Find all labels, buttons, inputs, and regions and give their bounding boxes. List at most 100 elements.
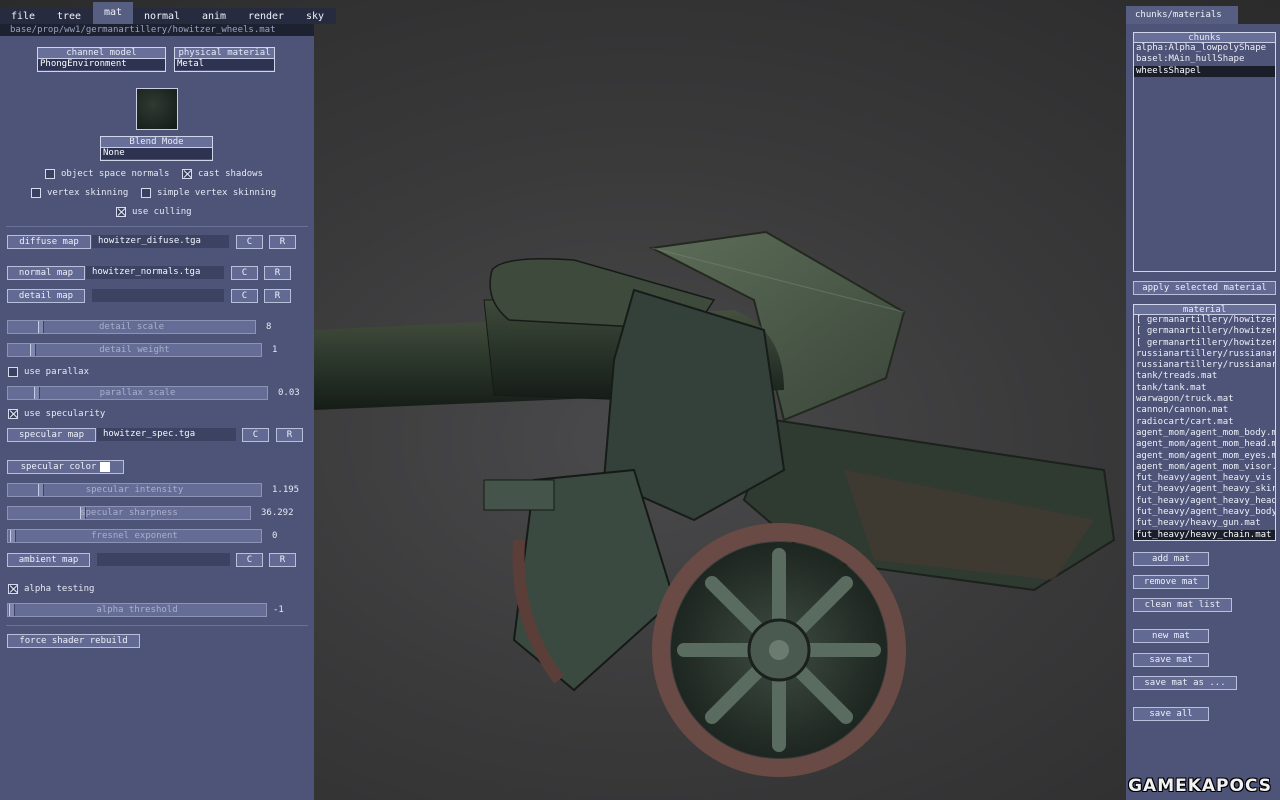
- list-item[interactable]: [ germanartillery/howitzer: [1134, 315, 1275, 326]
- object-space-normals-row[interactable]: object space normals: [45, 168, 169, 180]
- texture-preview-thumbnail[interactable]: [136, 88, 178, 130]
- menu-normal[interactable]: normal: [134, 8, 190, 24]
- list-item[interactable]: basel:MAin_hullShape: [1134, 54, 1275, 65]
- menu-sky[interactable]: sky: [294, 8, 336, 24]
- menu-anim[interactable]: anim: [190, 8, 238, 24]
- use-specularity-row[interactable]: use specularity: [8, 408, 105, 420]
- alpha-threshold-slider[interactable]: alpha threshold: [7, 603, 267, 617]
- simple-vertex-skinning-checkbox[interactable]: [141, 188, 151, 198]
- specular-reload-button[interactable]: R: [276, 428, 303, 442]
- specular-sharpness-value: 36.292: [261, 508, 294, 518]
- specular-color-button[interactable]: specular color: [7, 460, 124, 474]
- list-item[interactable]: [ germanartillery/howitzer: [1134, 338, 1275, 349]
- list-item[interactable]: russianartillery/russianar: [1134, 360, 1275, 371]
- list-item[interactable]: fut_heavy/agent_heavy_vis: [1134, 473, 1275, 484]
- alpha-testing-row[interactable]: alpha testing: [8, 583, 94, 595]
- menu-tree[interactable]: tree: [46, 8, 92, 24]
- list-item[interactable]: fut_heavy/heavy_gun.mat: [1134, 518, 1275, 529]
- ambient-map-button[interactable]: ambient map: [7, 553, 90, 567]
- divider: [6, 226, 308, 227]
- use-specularity-checkbox[interactable]: [8, 409, 18, 419]
- diffuse-clear-button[interactable]: C: [236, 235, 263, 249]
- ambient-reload-button[interactable]: R: [269, 553, 296, 567]
- save-mat-button[interactable]: save mat: [1133, 653, 1209, 667]
- save-all-button[interactable]: save all: [1133, 707, 1209, 721]
- diffuse-map-file[interactable]: howitzer_difuse.tga: [92, 235, 229, 248]
- detail-reload-button[interactable]: R: [264, 289, 291, 303]
- list-item[interactable]: fut_heavy/agent_heavy_skir: [1134, 484, 1275, 495]
- ambient-map-file[interactable]: [97, 553, 230, 566]
- material-list[interactable]: material [ germanartillery/howitzer [ ge…: [1133, 304, 1276, 541]
- normal-clear-button[interactable]: C: [231, 266, 258, 280]
- 3d-viewport[interactable]: [314, 0, 1126, 800]
- channel-model-select[interactable]: channel model PhongEnvironment: [37, 47, 166, 72]
- list-item[interactable]: [ germanartillery/howitzer: [1134, 326, 1275, 337]
- vertex-skinning-checkbox[interactable]: [31, 188, 41, 198]
- use-culling-row[interactable]: use culling: [116, 206, 192, 218]
- detail-map-button[interactable]: detail map: [7, 289, 85, 303]
- specular-clear-button[interactable]: C: [242, 428, 269, 442]
- list-item[interactable]: agent_mom/agent_mom_head.m: [1134, 439, 1275, 450]
- add-mat-button[interactable]: add mat: [1133, 552, 1209, 566]
- menu-mat[interactable]: mat: [93, 2, 133, 24]
- detail-clear-button[interactable]: C: [231, 289, 258, 303]
- menu-bar: file tree mat normal anim render sky: [0, 2, 336, 24]
- parallax-scale-slider[interactable]: parallax scale: [7, 386, 268, 400]
- diffuse-map-button[interactable]: diffuse map: [7, 235, 91, 249]
- alpha-testing-checkbox[interactable]: [8, 584, 18, 594]
- normal-map-button[interactable]: normal map: [7, 266, 85, 280]
- list-item[interactable]: radiocart/cart.mat: [1134, 417, 1275, 428]
- blend-mode-select[interactable]: Blend Mode None: [100, 136, 213, 161]
- save-mat-as-button[interactable]: save mat as ...: [1133, 676, 1237, 690]
- force-shader-rebuild-button[interactable]: force shader rebuild: [7, 634, 140, 648]
- list-item[interactable]: tank/tank.mat: [1134, 383, 1275, 394]
- list-item[interactable]: russianartillery/russianar: [1134, 349, 1275, 360]
- list-item[interactable]: fut_heavy/agent_heavy_body: [1134, 507, 1275, 518]
- use-parallax-checkbox[interactable]: [8, 367, 18, 377]
- list-item[interactable]: fut_heavy/agent_heavy_head: [1134, 496, 1275, 507]
- list-item-selected[interactable]: wheelsShapel: [1134, 65, 1275, 77]
- cast-shadows-checkbox[interactable]: [182, 169, 192, 179]
- detail-map-file[interactable]: [92, 289, 224, 302]
- alpha-testing-label: alpha testing: [24, 584, 95, 594]
- specular-map-button[interactable]: specular map: [7, 428, 96, 442]
- apply-selected-material-button[interactable]: apply selected material: [1133, 281, 1276, 295]
- menu-file[interactable]: file: [0, 8, 46, 24]
- use-parallax-row[interactable]: use parallax: [8, 366, 89, 378]
- new-mat-button[interactable]: new mat: [1133, 629, 1209, 643]
- list-item[interactable]: agent_mom/agent_mom_body.m: [1134, 428, 1275, 439]
- vertex-skinning-row[interactable]: vertex skinning: [31, 187, 128, 199]
- use-culling-checkbox[interactable]: [116, 207, 126, 217]
- specular-color-swatch[interactable]: [100, 461, 111, 472]
- detail-weight-label: detail weight: [99, 345, 170, 355]
- fresnel-exponent-value: 0: [272, 531, 278, 541]
- list-item[interactable]: alpha:Alpha_lowpolyShape: [1134, 43, 1275, 54]
- list-item-selected[interactable]: fut_heavy/heavy_chain.mat: [1134, 529, 1275, 540]
- list-item[interactable]: agent_mom/agent_mom_visor.: [1134, 462, 1275, 473]
- list-item[interactable]: cannon/cannon.mat: [1134, 405, 1275, 416]
- menu-render[interactable]: render: [238, 8, 294, 24]
- chunks-list[interactable]: chunks alpha:Alpha_lowpolyShape basel:MA…: [1133, 32, 1276, 272]
- fresnel-exponent-slider[interactable]: fresnel exponent: [7, 529, 262, 543]
- cast-shadows-row[interactable]: cast shadows: [182, 168, 263, 180]
- list-item[interactable]: warwagon/truck.mat: [1134, 394, 1275, 405]
- ambient-clear-button[interactable]: C: [236, 553, 263, 567]
- specular-map-file[interactable]: howitzer_spec.tga: [97, 428, 236, 441]
- list-item[interactable]: agent_mom/agent_mom_eyes.m: [1134, 451, 1275, 462]
- physical-material-select[interactable]: physical material Metal: [174, 47, 275, 72]
- specular-color-label: specular color: [20, 462, 97, 472]
- list-item[interactable]: tank/treads.mat: [1134, 371, 1275, 382]
- specular-sharpness-slider[interactable]: specular sharpness: [7, 506, 251, 520]
- remove-mat-button[interactable]: remove mat: [1133, 575, 1209, 589]
- tab-chunks-materials[interactable]: chunks/materials: [1126, 6, 1238, 24]
- clean-mat-list-button[interactable]: clean mat list: [1133, 598, 1232, 612]
- object-space-normals-checkbox[interactable]: [45, 169, 55, 179]
- detail-scale-slider[interactable]: detail scale: [7, 320, 256, 334]
- normal-map-file[interactable]: howitzer_normals.tga: [86, 266, 224, 279]
- specular-intensity-slider[interactable]: specular intensity: [7, 483, 262, 497]
- normal-reload-button[interactable]: R: [264, 266, 291, 280]
- detail-weight-slider[interactable]: detail weight: [7, 343, 262, 357]
- diffuse-reload-button[interactable]: R: [269, 235, 296, 249]
- detail-scale-value: 8: [266, 322, 272, 332]
- simple-vertex-skinning-row[interactable]: simple vertex skinning: [141, 187, 276, 199]
